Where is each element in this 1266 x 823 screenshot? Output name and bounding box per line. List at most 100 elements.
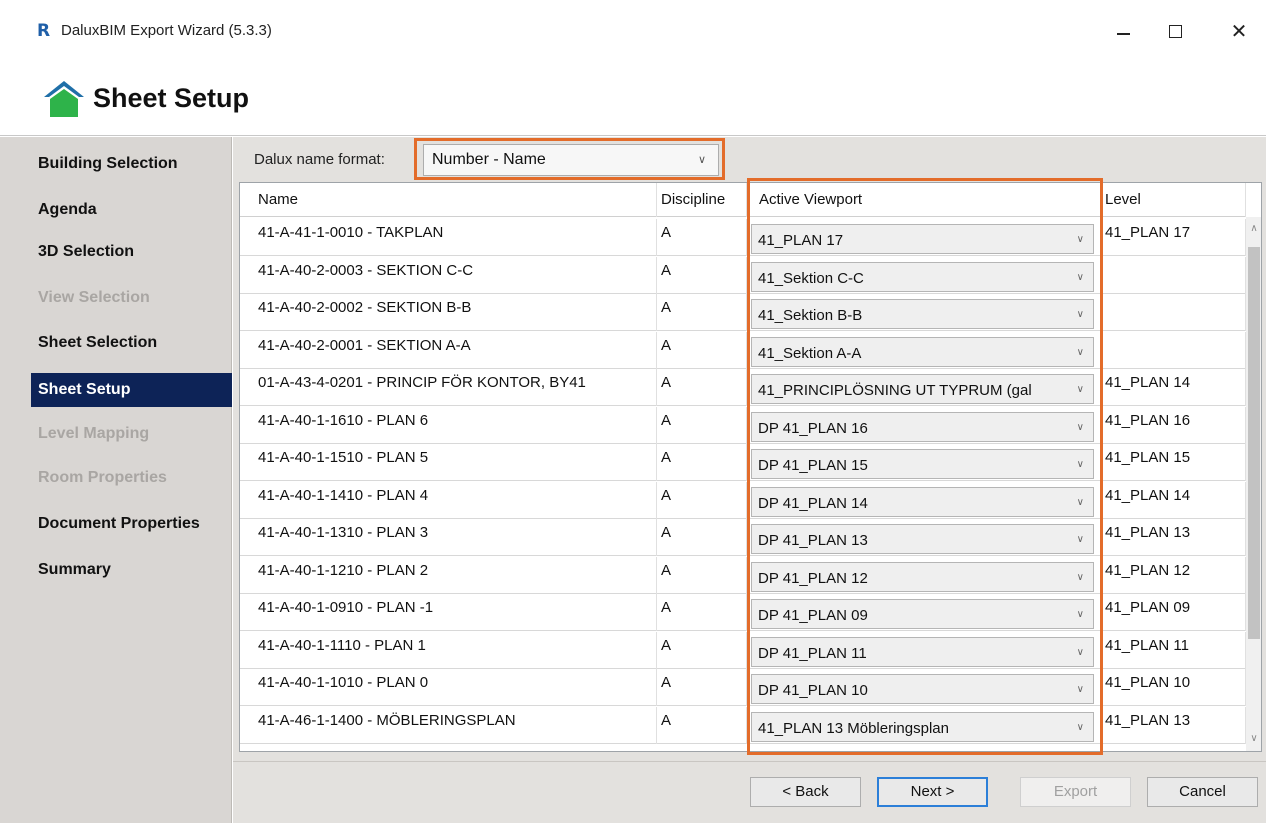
- scroll-down-icon[interactable]: ∨: [1246, 731, 1261, 747]
- name-format-dropdown[interactable]: Number - Name ∨: [423, 144, 719, 176]
- active-viewport-cell: DP 41_PLAN 09 ∨: [747, 594, 1101, 631]
- close-button[interactable]: ✕: [1216, 14, 1262, 48]
- active-viewport-cell: 41_PLAN 13 Möbleringsplan ∨: [747, 706, 1101, 744]
- export-button: Export: [1020, 777, 1131, 807]
- discipline-cell: A: [657, 444, 747, 481]
- level-cell: 41_PLAN 12: [1101, 556, 1246, 594]
- table-row[interactable]: 41-A-40-1-1210 - PLAN 2 A DP 41_PLAN 12 ∨ 41…: [240, 556, 1246, 594]
- sidebar-item-sheet-selection[interactable]: Sheet Selection: [31, 326, 232, 360]
- minimize-button[interactable]: [1100, 14, 1146, 48]
- active-viewport-value: 41_Sektion B-B: [758, 307, 863, 324]
- table-row[interactable]: 41-A-40-2-0001 - SEKTION A-A A 41_Sektion …: [240, 331, 1246, 369]
- footer-divider: [233, 761, 1266, 762]
- sheet-name-cell: 41-A-40-2-0002 - SEKTION B-B: [240, 294, 657, 331]
- active-viewport-value: DP 41_PLAN 11: [758, 644, 867, 662]
- active-viewport-dropdown[interactable]: 41_PRINCIPLÖSNING UT TYPRUM (gal ∨: [751, 374, 1094, 404]
- table-row[interactable]: 41-A-40-2-0002 - SEKTION B-B A 41_Sektion …: [240, 294, 1246, 331]
- sidebar-item-summary[interactable]: Summary: [31, 553, 232, 587]
- active-viewport-dropdown[interactable]: DP 41_PLAN 15 ∨: [751, 449, 1094, 479]
- active-viewport-dropdown[interactable]: DP 41_PLAN 12 ∨: [751, 561, 1094, 592]
- active-viewport-dropdown[interactable]: 41_Sektion A-A ∨: [751, 336, 1094, 367]
- table-row[interactable]: 41-A-40-2-0003 - SEKTION C-C A 41_Sektion …: [240, 256, 1246, 294]
- active-viewport-cell: 41_Sektion C-C ∨: [747, 256, 1101, 294]
- table-row[interactable]: 41-A-40-1-1510 - PLAN 5 A DP 41_PLAN 15 ∨ 41…: [240, 444, 1246, 481]
- scrollbar-thumb[interactable]: [1248, 247, 1260, 639]
- active-viewport-value: 41_Sektion A-A: [758, 344, 862, 362]
- home-icon: [44, 81, 84, 117]
- column-header-active-viewport[interactable]: Active Viewport: [747, 183, 1101, 217]
- back-button[interactable]: < Back: [750, 777, 861, 807]
- active-viewport-value: DP 41_PLAN 16: [758, 419, 868, 437]
- active-viewport-dropdown[interactable]: 41_Sektion C-C ∨: [751, 261, 1094, 292]
- table-row[interactable]: 41-A-40-1-1110 - PLAN 1 A DP 41_PLAN 11 ∨ 41…: [240, 631, 1246, 669]
- level-cell: [1101, 256, 1246, 294]
- table-row[interactable]: 41-A-40-1-1310 - PLAN 3 A DP 41_PLAN 13 ∨ 41…: [240, 519, 1246, 556]
- active-viewport-cell: 41_PLAN 17 ∨: [747, 219, 1101, 256]
- chevron-down-icon: ∨: [1073, 300, 1084, 328]
- sidebar-item-document-properties[interactable]: Document Properties: [31, 507, 232, 541]
- scroll-up-icon[interactable]: ∧: [1246, 221, 1261, 237]
- sheet-name-cell: 41-A-40-1-1610 - PLAN 6: [240, 406, 657, 444]
- discipline-cell: A: [657, 556, 747, 594]
- app-logo-icon: R: [37, 21, 51, 41]
- level-cell: 41_PLAN 13: [1101, 519, 1246, 556]
- discipline-cell: A: [657, 294, 747, 331]
- active-viewport-dropdown[interactable]: DP 41_PLAN 10 ∨: [751, 674, 1094, 704]
- sheet-name-cell: 41-A-40-1-1110 - PLAN 1: [240, 631, 657, 669]
- active-viewport-cell: 41_Sektion B-B ∨: [747, 294, 1101, 331]
- active-viewport-cell: DP 41_PLAN 14 ∨: [747, 481, 1101, 519]
- table-row[interactable]: 41-A-46-1-1400 - MÖBLERINGSPLAN A 41_PLAN …: [240, 706, 1246, 744]
- sheet-name-cell: 41-A-40-1-0910 - PLAN -1: [240, 594, 657, 631]
- chevron-down-icon: ∨: [1073, 675, 1084, 703]
- sheet-name-cell: 41-A-40-1-1410 - PLAN 4: [240, 481, 657, 519]
- active-viewport-dropdown[interactable]: 41_PLAN 17 ∨: [751, 224, 1094, 254]
- discipline-cell: A: [657, 369, 747, 406]
- chevron-down-icon: ∨: [1073, 562, 1084, 591]
- table-row[interactable]: 41-A-40-1-0910 - PLAN -1 A DP 41_PLAN 09 ∨ 4…: [240, 594, 1246, 631]
- sidebar-item-building-selection[interactable]: Building Selection: [31, 147, 232, 181]
- sheets-table: Name Discipline Active Viewport Level 41…: [239, 182, 1262, 752]
- level-cell: 41_PLAN 14: [1101, 481, 1246, 519]
- cancel-button[interactable]: Cancel: [1147, 777, 1258, 807]
- active-viewport-dropdown[interactable]: DP 41_PLAN 16 ∨: [751, 411, 1094, 442]
- active-viewport-dropdown[interactable]: 41_PLAN 13 Möbleringsplan ∨: [751, 711, 1094, 742]
- window-title: DaluxBIM Export Wizard (5.3.3): [61, 22, 272, 39]
- chevron-down-icon: ∨: [1073, 262, 1084, 291]
- sidebar-item-agenda[interactable]: Agenda: [31, 193, 232, 227]
- next-button[interactable]: Next >: [877, 777, 988, 807]
- active-viewport-dropdown[interactable]: DP 41_PLAN 14 ∨: [751, 486, 1094, 517]
- active-viewport-dropdown[interactable]: DP 41_PLAN 09 ∨: [751, 599, 1094, 629]
- table-row[interactable]: 41-A-40-1-1610 - PLAN 6 A DP 41_PLAN 16 ∨ 41…: [240, 406, 1246, 444]
- title-bar: R DaluxBIM Export Wizard (5.3.3) ✕: [0, 0, 1266, 62]
- discipline-cell: A: [657, 219, 747, 256]
- sidebar-item-3d-selection[interactable]: 3D Selection: [31, 235, 232, 269]
- active-viewport-cell: DP 41_PLAN 10 ∨: [747, 669, 1101, 706]
- active-viewport-cell: DP 41_PLAN 13 ∨: [747, 519, 1101, 556]
- column-header-name[interactable]: Name: [240, 183, 657, 217]
- table-row[interactable]: 01-A-43-4-0201 - PRINCIP FÖR KONTOR, BY4…: [240, 369, 1246, 406]
- chevron-down-icon: ∨: [1073, 637, 1084, 666]
- vertical-scrollbar[interactable]: ∧ ∨: [1246, 217, 1261, 751]
- active-viewport-value: 41_Sektion C-C: [758, 269, 864, 287]
- table-row[interactable]: 41-A-41-1-0010 - TAKPLAN A 41_PLAN 17 ∨ 41_P…: [240, 219, 1246, 256]
- level-cell: 41_PLAN 15: [1101, 444, 1246, 481]
- active-viewport-dropdown[interactable]: DP 41_PLAN 13 ∨: [751, 524, 1094, 554]
- active-viewport-dropdown[interactable]: DP 41_PLAN 11 ∨: [751, 636, 1094, 667]
- maximize-button[interactable]: [1152, 14, 1198, 48]
- chevron-down-icon: ∨: [1073, 525, 1084, 553]
- discipline-cell: A: [657, 631, 747, 669]
- wizard-sidebar: Building Selection Agenda 3D Selection V…: [0, 137, 232, 823]
- discipline-cell: A: [657, 256, 747, 294]
- discipline-cell: A: [657, 706, 747, 744]
- active-viewport-dropdown[interactable]: 41_Sektion B-B ∨: [751, 299, 1094, 329]
- chevron-down-icon: ∨: [1073, 412, 1084, 441]
- column-header-discipline[interactable]: Discipline: [657, 183, 747, 217]
- active-viewport-cell: DP 41_PLAN 11 ∨: [747, 631, 1101, 669]
- sidebar-item-sheet-setup[interactable]: Sheet Setup: [31, 373, 232, 407]
- level-cell: 41_PLAN 17: [1101, 219, 1246, 256]
- table-row[interactable]: 41-A-40-1-1410 - PLAN 4 A DP 41_PLAN 14 ∨ 41…: [240, 481, 1246, 519]
- column-header-level[interactable]: Level: [1101, 183, 1246, 217]
- sidebar-item-level-mapping: Level Mapping: [38, 425, 150, 442]
- level-cell: 41_PLAN 11: [1101, 631, 1246, 669]
- table-row[interactable]: 41-A-40-1-1010 - PLAN 0 A DP 41_PLAN 10 ∨ 41…: [240, 669, 1246, 706]
